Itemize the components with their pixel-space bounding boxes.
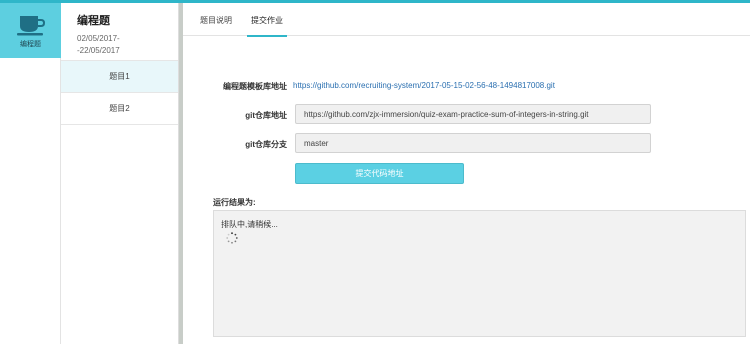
assignment-header: 编程题 02/05/2017- -22/05/2017 [61, 3, 178, 61]
assignment-dates: 02/05/2017- -22/05/2017 [77, 34, 120, 55]
repo-url-input[interactable] [295, 104, 651, 124]
main-content: 题目说明 提交作业 编程题模板库地址 https://github.com/re… [183, 3, 750, 344]
branch-label: git仓库分支 [245, 140, 287, 149]
coffee-cup-icon [16, 15, 45, 35]
question-item-2[interactable]: 题目2 [61, 93, 178, 125]
repo-url-label: git仓库地址 [245, 111, 287, 120]
rail-item-programming[interactable]: 编程题 [0, 3, 61, 58]
question-list-panel: 编程题 02/05/2017- -22/05/2017 题目1 题目2 [61, 3, 179, 344]
result-label: 运行结果为: [213, 198, 256, 207]
result-panel: 排队中,请稍候... [213, 210, 746, 337]
tab-submit[interactable]: 提交作业 [247, 3, 287, 37]
result-status-text: 排队中,请稍候... [221, 220, 278, 229]
tab-bar: 题目说明 提交作业 [183, 3, 750, 37]
rail-item-label: 编程题 [20, 40, 41, 48]
assignment-title: 编程题 [77, 15, 110, 27]
tab-description[interactable]: 题目说明 [200, 3, 232, 36]
submit-repo-button[interactable]: 提交代码地址 [295, 163, 464, 184]
left-rail: 编程题 [0, 3, 61, 344]
branch-input[interactable] [295, 133, 651, 153]
question-item-1[interactable]: 题目1 [61, 61, 178, 93]
loading-spinner-icon [226, 232, 238, 244]
template-url-link[interactable]: https://github.com/recruiting-system/201… [293, 81, 555, 90]
template-url-label: 编程题模板库地址 [223, 82, 287, 91]
